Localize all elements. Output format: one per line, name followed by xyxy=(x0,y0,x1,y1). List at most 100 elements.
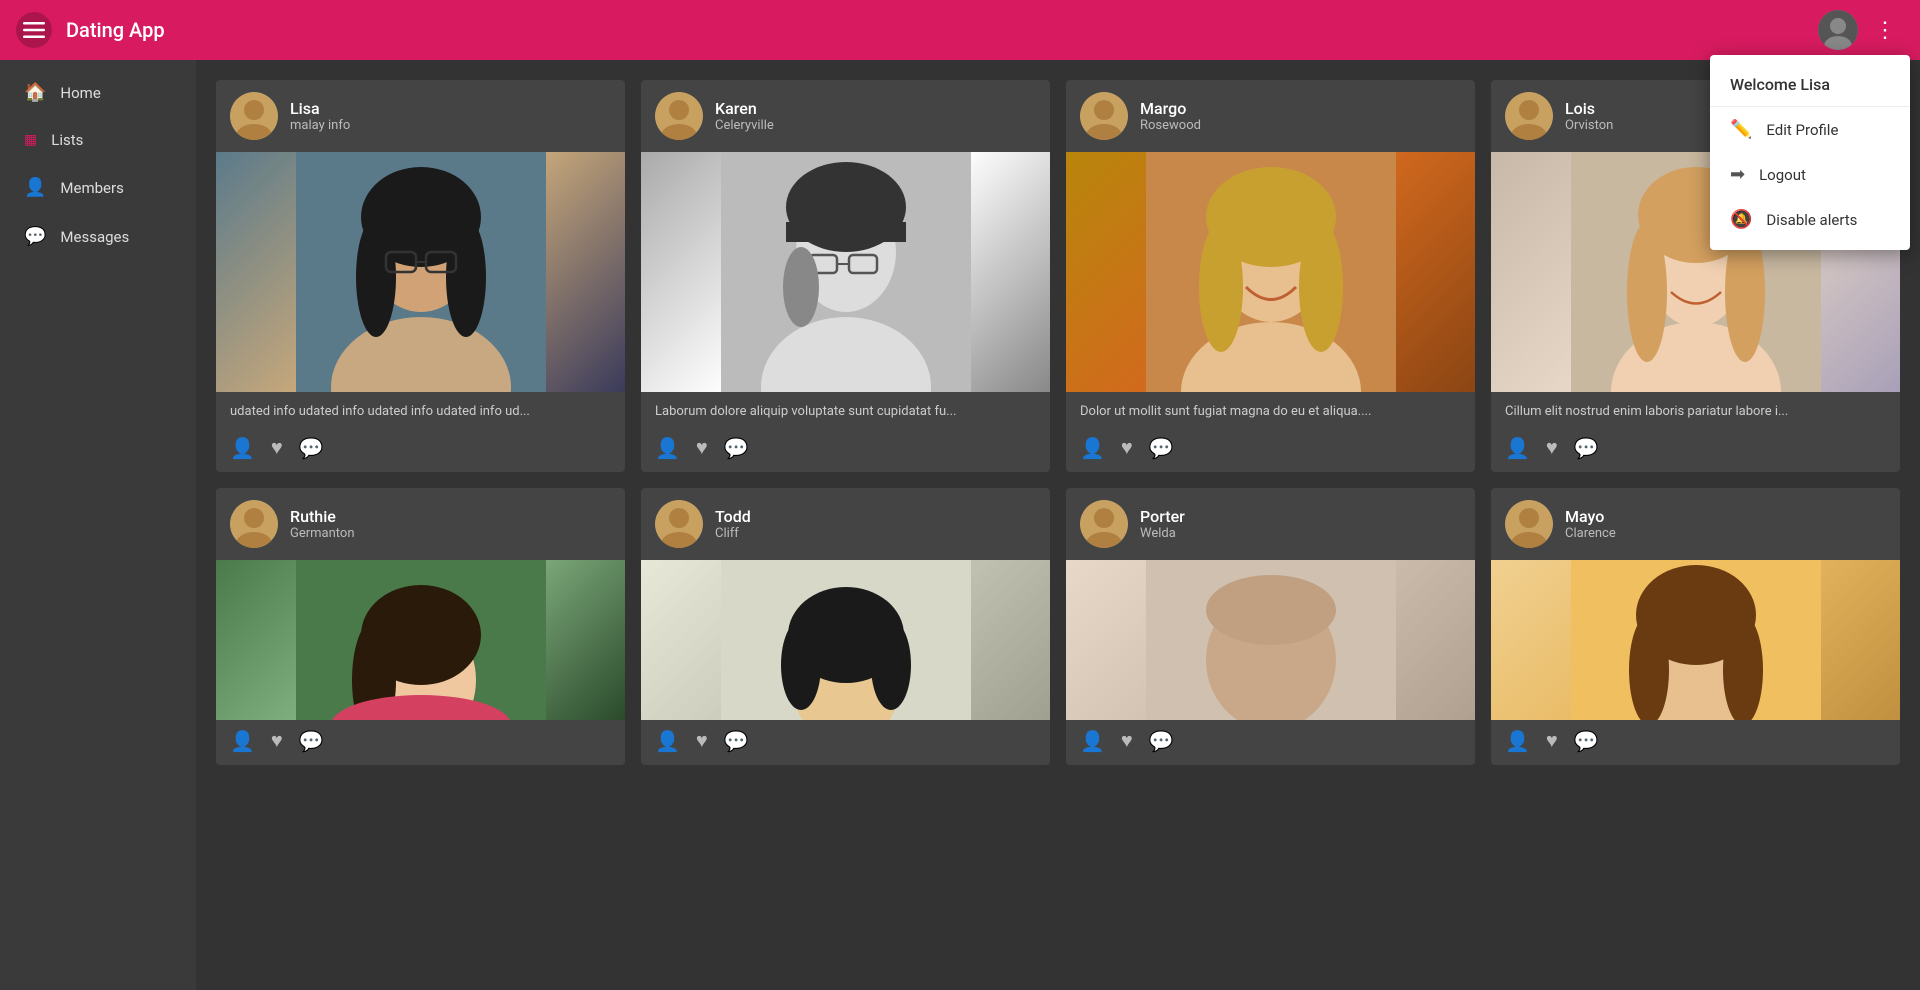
card-photo-karen xyxy=(641,152,1050,392)
card-avatar-karen xyxy=(655,92,703,140)
like-action-margo[interactable]: ♥ xyxy=(1121,435,1133,460)
logout-icon: ➡ xyxy=(1730,164,1745,185)
profile-action-karen[interactable]: 👤 xyxy=(655,436,680,460)
home-icon: 🏠 xyxy=(24,82,46,103)
bell-off-icon: 🔕 xyxy=(1730,209,1752,230)
sidebar: 🏠 Home ▦ Lists 👤 Members 💬 Messages xyxy=(0,60,196,990)
message-action-lois[interactable]: 💬 xyxy=(1574,436,1599,460)
card-actions-margo: 👤 ♥ 💬 xyxy=(1066,427,1475,472)
card-avatar-lois xyxy=(1505,92,1553,140)
profile-action-lois[interactable]: 👤 xyxy=(1505,436,1530,460)
disable-alerts-label: Disable alerts xyxy=(1766,211,1857,229)
message-action-ruthie[interactable]: 💬 xyxy=(299,729,324,753)
like-action-karen[interactable]: ♥ xyxy=(696,435,708,460)
member-card-margo: Margo Rosewood xyxy=(1066,80,1475,472)
card-info-mayo: Mayo Clarence xyxy=(1565,507,1616,541)
card-photo-ruthie xyxy=(216,560,625,720)
messages-icon: 💬 xyxy=(24,226,46,247)
like-action-ruthie[interactable]: ♥ xyxy=(271,728,283,753)
message-action-porter[interactable]: 💬 xyxy=(1149,729,1174,753)
like-action-porter[interactable]: ♥ xyxy=(1121,728,1133,753)
card-header-ruthie: Ruthie Germanton xyxy=(216,488,625,560)
sidebar-label-messages: Messages xyxy=(60,228,129,246)
card-header-todd: Todd Cliff xyxy=(641,488,1050,560)
card-location-todd: Cliff xyxy=(715,526,751,541)
app-title: Dating App xyxy=(66,18,1818,42)
profile-action-mayo[interactable]: 👤 xyxy=(1505,729,1530,753)
card-avatar-ruthie xyxy=(230,500,278,548)
logout-label: Logout xyxy=(1759,166,1806,184)
card-photo-margo xyxy=(1066,152,1475,392)
card-photo-mayo xyxy=(1491,560,1900,720)
card-photo-lisa xyxy=(216,152,625,392)
disable-alerts-button[interactable]: 🔕 Disable alerts xyxy=(1710,197,1910,242)
profile-action-porter[interactable]: 👤 xyxy=(1080,729,1105,753)
topbar-right: ⋮ xyxy=(1818,10,1904,50)
photo-placeholder-margo xyxy=(1066,152,1475,392)
member-card-ruthie: Ruthie Germanton xyxy=(216,488,625,765)
card-info-porter: Porter Welda xyxy=(1140,507,1185,541)
card-header-margo: Margo Rosewood xyxy=(1066,80,1475,152)
like-action-lisa[interactable]: ♥ xyxy=(271,435,283,460)
photo-placeholder-mayo xyxy=(1491,560,1900,720)
card-name-karen: Karen xyxy=(715,99,774,118)
card-actions-todd: 👤 ♥ 💬 xyxy=(641,720,1050,765)
card-bio-margo: Dolor ut mollit sunt fugiat magna do eu … xyxy=(1066,392,1475,427)
edit-profile-button[interactable]: ✏️ Edit Profile xyxy=(1710,107,1910,152)
photo-placeholder-karen xyxy=(641,152,1050,392)
message-action-karen[interactable]: 💬 xyxy=(724,436,749,460)
edit-icon: ✏️ xyxy=(1730,119,1752,140)
card-header-mayo: Mayo Clarence xyxy=(1491,488,1900,560)
card-info-todd: Todd Cliff xyxy=(715,507,751,541)
user-dropdown-menu: Welcome Lisa ✏️ Edit Profile ➡ Logout 🔕 … xyxy=(1710,55,1910,250)
sidebar-item-lists[interactable]: ▦ Lists xyxy=(0,117,196,163)
profile-action-ruthie[interactable]: 👤 xyxy=(230,729,255,753)
card-actions-lois: 👤 ♥ 💬 xyxy=(1491,427,1900,472)
card-bio-karen: Laborum dolore aliquip voluptate sunt cu… xyxy=(641,392,1050,427)
photo-placeholder-lisa xyxy=(216,152,625,392)
card-avatar-lisa xyxy=(230,92,278,140)
message-action-todd[interactable]: 💬 xyxy=(724,729,749,753)
profile-action-lisa[interactable]: 👤 xyxy=(230,436,255,460)
member-card-todd: Todd Cliff 👤 ♥ xyxy=(641,488,1050,765)
like-action-mayo[interactable]: ♥ xyxy=(1546,728,1558,753)
card-avatar-todd xyxy=(655,500,703,548)
message-action-margo[interactable]: 💬 xyxy=(1149,436,1174,460)
edit-profile-label: Edit Profile xyxy=(1766,121,1838,139)
card-location-karen: Celeryville xyxy=(715,118,774,133)
like-action-todd[interactable]: ♥ xyxy=(696,728,708,753)
card-avatar-margo xyxy=(1080,92,1128,140)
member-card-mayo: Mayo Clarence 👤 ♥ xyxy=(1491,488,1900,765)
user-avatar[interactable] xyxy=(1818,10,1858,50)
card-bio-lisa: udated info udated info udated info udat… xyxy=(216,392,625,427)
message-action-lisa[interactable]: 💬 xyxy=(299,436,324,460)
profile-action-margo[interactable]: 👤 xyxy=(1080,436,1105,460)
card-header-porter: Porter Welda xyxy=(1066,488,1475,560)
card-location-lisa: malay info xyxy=(290,118,350,133)
app-body: 🏠 Home ▦ Lists 👤 Members 💬 Messages xyxy=(0,60,1920,990)
card-info-lisa: Lisa malay info xyxy=(290,99,350,133)
card-photo-todd xyxy=(641,560,1050,720)
more-options-button[interactable]: ⋮ xyxy=(1866,14,1904,47)
card-location-ruthie: Germanton xyxy=(290,526,355,541)
member-card-lisa: Lisa malay info xyxy=(216,80,625,472)
hamburger-menu-button[interactable] xyxy=(16,12,52,48)
message-action-mayo[interactable]: 💬 xyxy=(1574,729,1599,753)
card-info-margo: Margo Rosewood xyxy=(1140,99,1201,133)
logout-button[interactable]: ➡ Logout xyxy=(1710,152,1910,197)
photo-placeholder-todd xyxy=(641,560,1050,720)
sidebar-item-messages[interactable]: 💬 Messages xyxy=(0,212,196,261)
card-actions-karen: 👤 ♥ 💬 xyxy=(641,427,1050,472)
card-actions-mayo: 👤 ♥ 💬 xyxy=(1491,720,1900,765)
like-action-lois[interactable]: ♥ xyxy=(1546,435,1558,460)
card-location-lois: Orviston xyxy=(1565,118,1613,133)
sidebar-label-lists: Lists xyxy=(51,131,83,149)
profile-action-todd[interactable]: 👤 xyxy=(655,729,680,753)
card-avatar-porter xyxy=(1080,500,1128,548)
card-name-todd: Todd xyxy=(715,507,751,526)
sidebar-item-home[interactable]: 🏠 Home xyxy=(0,68,196,117)
card-location-margo: Rosewood xyxy=(1140,118,1201,133)
sidebar-label-home: Home xyxy=(60,84,100,102)
photo-placeholder-ruthie xyxy=(216,560,625,720)
sidebar-item-members[interactable]: 👤 Members xyxy=(0,163,196,212)
